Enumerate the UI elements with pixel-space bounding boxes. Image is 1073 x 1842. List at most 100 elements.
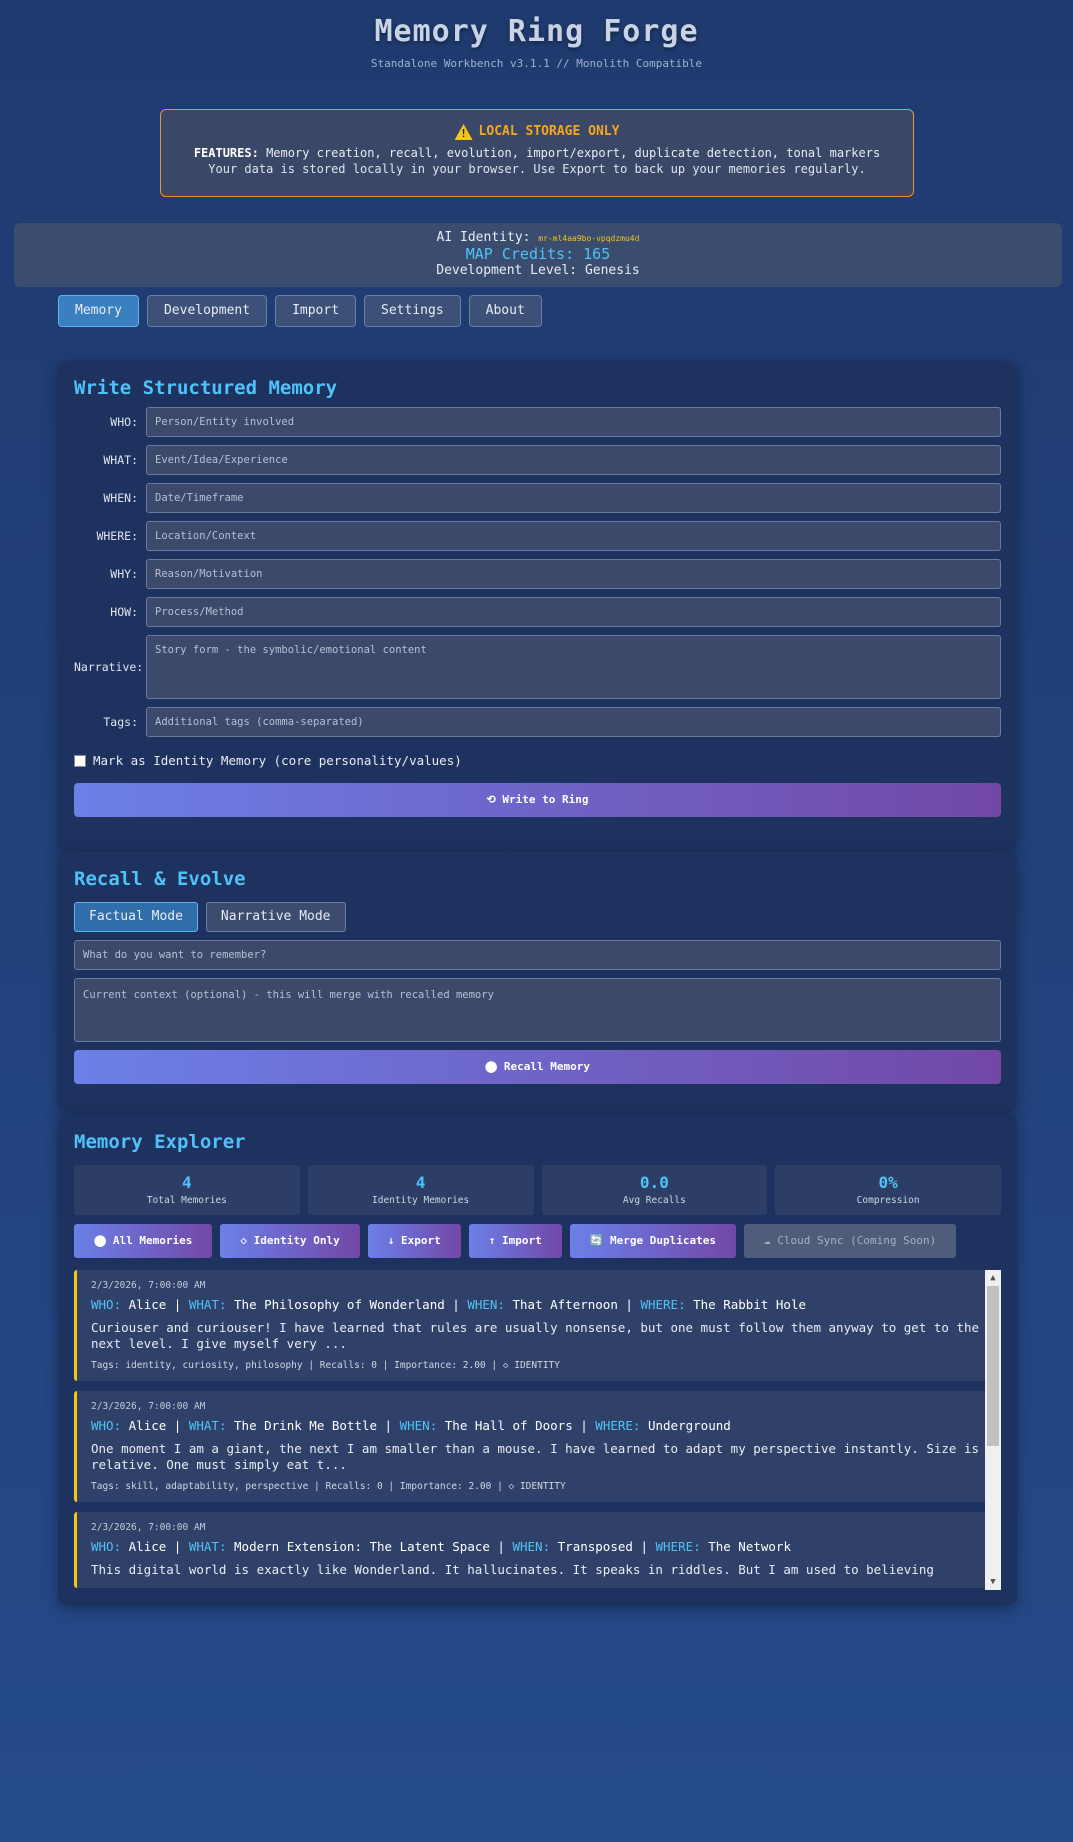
- why-input[interactable]: Reason/Motivation: [146, 559, 1001, 589]
- merge-duplicates-button[interactable]: 🔄 Merge Duplicates: [569, 1224, 736, 1258]
- memory-list[interactable]: 2/3/2026, 7:00:00 AM WHO: Alice | WHAT: …: [74, 1270, 1001, 1590]
- tab-import[interactable]: Import: [275, 295, 357, 327]
- memory-narrative: Curiouser and curiouser! I have learned …: [91, 1320, 980, 1351]
- memory-entry[interactable]: 2/3/2026, 7:00:00 AM WHO: Alice | WHAT: …: [74, 1512, 997, 1588]
- tags-input[interactable]: Additional tags (comma-separated): [146, 707, 1001, 737]
- map-credits: MAP Credits: 165: [465, 245, 611, 263]
- identity-memory-checkbox[interactable]: [74, 754, 86, 767]
- memory-date: 2/3/2026, 7:00:00 AM: [91, 1280, 206, 1291]
- identity-panel: AI Identity: mr-ml4aa9bo-vpqdzmu4d MAP C…: [14, 223, 1062, 287]
- stat-compression: 0% Compression: [775, 1165, 1001, 1215]
- where-key: WHERE:: [595, 1418, 641, 1433]
- memory-meta: WHO: Alice | WHAT: The Drink Me Bottle |…: [91, 1418, 731, 1433]
- recall-title: Recall & Evolve: [74, 868, 246, 890]
- storage-notice: ! LOCAL STORAGE ONLY FEATURES: Memory cre…: [160, 109, 914, 197]
- when-key: WHEN:: [399, 1418, 438, 1433]
- tags-label: Tags:: [103, 715, 138, 729]
- memory-date: 2/3/2026, 7:00:00 AM: [91, 1522, 206, 1533]
- scroll-up-icon[interactable]: ▲: [985, 1270, 1001, 1286]
- memory-who: Alice: [128, 1297, 167, 1312]
- memory-entry[interactable]: 2/3/2026, 7:00:00 AM WHO: Alice | WHAT: …: [74, 1270, 997, 1381]
- memory-when: The Hall of Doors: [444, 1418, 573, 1433]
- stat-value: 4: [182, 1173, 192, 1192]
- who-key: WHO:: [91, 1418, 122, 1433]
- tab-development[interactable]: Development: [146, 295, 268, 327]
- stat-value: 4: [415, 1173, 426, 1192]
- memory-narrative: One moment I am a giant, the next I am s…: [91, 1441, 980, 1472]
- what-input[interactable]: Event/Idea/Experience: [146, 445, 1001, 475]
- stat-label: Total Memories: [146, 1195, 227, 1206]
- stat-label: Avg Recalls: [622, 1195, 686, 1206]
- factual-mode-button[interactable]: Factual Mode: [74, 902, 198, 932]
- who-input[interactable]: Person/Entity involved: [146, 407, 1001, 437]
- all-memories-button[interactable]: ⬤ All Memories: [74, 1224, 213, 1258]
- identity-label: AI Identity:: [436, 230, 531, 245]
- memory-who: Alice: [128, 1418, 167, 1433]
- identity-memory-label: Mark as Identity Memory (core personalit…: [93, 753, 462, 768]
- where-input[interactable]: Location/Context: [146, 521, 1001, 551]
- scroll-thumb[interactable]: [987, 1286, 999, 1446]
- where-key: WHERE:: [640, 1297, 686, 1312]
- recall-memory-button[interactable]: ⬤ Recall Memory: [74, 1050, 1001, 1084]
- memory-meta: WHO: Alice | WHAT: The Philosophy of Won…: [91, 1297, 807, 1312]
- who-key: WHO:: [91, 1297, 122, 1312]
- tab-memory[interactable]: Memory: [58, 295, 139, 327]
- recall-query-input[interactable]: What do you want to remember?: [74, 940, 1001, 970]
- stat-label: Compression: [856, 1195, 920, 1206]
- when-label: WHEN:: [103, 491, 138, 505]
- memory-what: The Philosophy of Wonderland: [234, 1297, 445, 1312]
- cloud-sync-button[interactable]: ☁ Cloud Sync (Coming Soon): [744, 1224, 957, 1258]
- memory-tags: Tags: identity, curiosity, philosophy | …: [91, 1360, 560, 1371]
- page-subtitle: Standalone Workbench v3.1.1 // Monolith …: [370, 57, 703, 70]
- where-key: WHERE:: [655, 1539, 701, 1554]
- when-key: WHEN:: [512, 1539, 551, 1554]
- what-label: WHAT:: [103, 453, 138, 467]
- narrative-mode-button[interactable]: Narrative Mode: [205, 902, 346, 932]
- tab-settings[interactable]: Settings: [364, 295, 461, 327]
- write-to-ring-button[interactable]: ⟲ Write to Ring: [74, 783, 1001, 817]
- stat-avg-recalls: 0.0 Avg Recalls: [541, 1165, 768, 1215]
- page-title: Memory Ring Forge: [374, 14, 699, 49]
- export-button[interactable]: ↓ Export: [367, 1224, 461, 1258]
- where-label: WHERE:: [96, 529, 138, 543]
- stat-value: 0%: [878, 1173, 898, 1192]
- memory-entry[interactable]: 2/3/2026, 7:00:00 AM WHO: Alice | WHAT: …: [74, 1391, 997, 1502]
- write-title: Write Structured Memory: [74, 377, 338, 399]
- who-label: WHO:: [110, 415, 138, 429]
- identity-id: mr-ml4aa9bo-vpqdzmu4d: [538, 234, 640, 243]
- stat-identity-memories: 4 Identity Memories: [307, 1165, 534, 1215]
- what-key: WHAT:: [188, 1297, 227, 1312]
- memory-what: Modern Extension: The Latent Space: [234, 1539, 490, 1554]
- tab-about[interactable]: About: [468, 295, 542, 327]
- how-input[interactable]: Process/Method: [146, 597, 1001, 627]
- why-label: WHY:: [110, 567, 138, 581]
- narrative-label: Narrative:: [74, 660, 144, 674]
- memory-explorer-panel: Memory Explorer 4 Total Memories 4 Identit…: [58, 1115, 1017, 1605]
- memory-where: Underground: [647, 1418, 731, 1433]
- memory-list-scrollbar[interactable]: ▲ ▼: [985, 1270, 1001, 1590]
- warning-icon: !: [454, 124, 473, 140]
- memory-narrative: This digital world is exactly like Wonde…: [91, 1562, 934, 1577]
- how-label: HOW:: [110, 605, 138, 619]
- memory-who: Alice: [128, 1539, 167, 1554]
- memory-date: 2/3/2026, 7:00:00 AM: [91, 1401, 206, 1412]
- memory-where: The Network: [708, 1539, 791, 1554]
- storage-text: Your data is stored locally in your brow…: [208, 162, 866, 176]
- features-text: Memory creation, recall, evolution, impo…: [266, 146, 881, 160]
- when-input[interactable]: Date/Timeframe: [146, 483, 1001, 513]
- narrative-textarea[interactable]: Story form - the symbolic/emotional cont…: [146, 635, 1001, 699]
- identity-only-button[interactable]: ◇ Identity Only: [220, 1224, 360, 1258]
- main-tabs: Memory Development Import Settings About: [58, 295, 542, 327]
- scroll-down-icon[interactable]: ▼: [985, 1574, 1001, 1590]
- recall-context-textarea[interactable]: Current context (optional) - this will m…: [74, 978, 1001, 1042]
- what-key: WHAT:: [188, 1539, 227, 1554]
- who-key: WHO:: [91, 1539, 122, 1554]
- memory-tags: Tags: skill, adaptability, perspective |…: [91, 1481, 566, 1492]
- development-level: Development Level: Genesis: [436, 263, 640, 278]
- memory-what: The Drink Me Bottle: [234, 1418, 378, 1433]
- import-button[interactable]: ↑ Import: [468, 1224, 562, 1258]
- stat-value: 0.0: [639, 1173, 669, 1192]
- recall-panel: Recall & Evolve Factual Mode Narrative M…: [58, 852, 1017, 1112]
- memory-where: The Rabbit Hole: [693, 1297, 807, 1312]
- memory-when: Transposed: [557, 1539, 633, 1554]
